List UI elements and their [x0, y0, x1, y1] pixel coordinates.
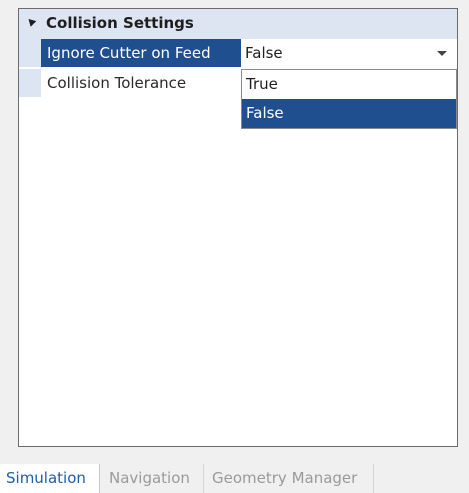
property-value-select[interactable]: False: [241, 39, 457, 67]
bottom-tab-bar: Simulation Navigation Geometry Manager: [0, 464, 469, 493]
tab-simulation[interactable]: Simulation: [0, 464, 100, 493]
category-label: Collision Settings: [46, 14, 194, 32]
property-grid: Collision Settings Ignore Cutter on Feed…: [18, 8, 458, 447]
property-name[interactable]: Collision Tolerance: [41, 69, 241, 97]
property-value: False: [245, 44, 283, 62]
dropdown-list: True False: [241, 69, 457, 129]
row-gutter: [19, 39, 41, 67]
row-gutter: [19, 69, 41, 97]
tab-navigation[interactable]: Navigation: [100, 464, 204, 493]
property-row-ignore-cutter[interactable]: Ignore Cutter on Feed False: [19, 39, 457, 67]
property-name[interactable]: Ignore Cutter on Feed: [41, 39, 241, 67]
chevron-down-icon[interactable]: [437, 51, 447, 56]
dropdown-option-false[interactable]: False: [242, 99, 456, 128]
dropdown-option-true[interactable]: True: [242, 70, 456, 99]
properties-window: Collision Settings Ignore Cutter on Feed…: [0, 0, 469, 493]
tab-geometry-manager[interactable]: Geometry Manager: [204, 464, 374, 493]
triangle-collapse-icon[interactable]: [25, 16, 37, 27]
category-collision-settings[interactable]: Collision Settings: [19, 9, 457, 39]
